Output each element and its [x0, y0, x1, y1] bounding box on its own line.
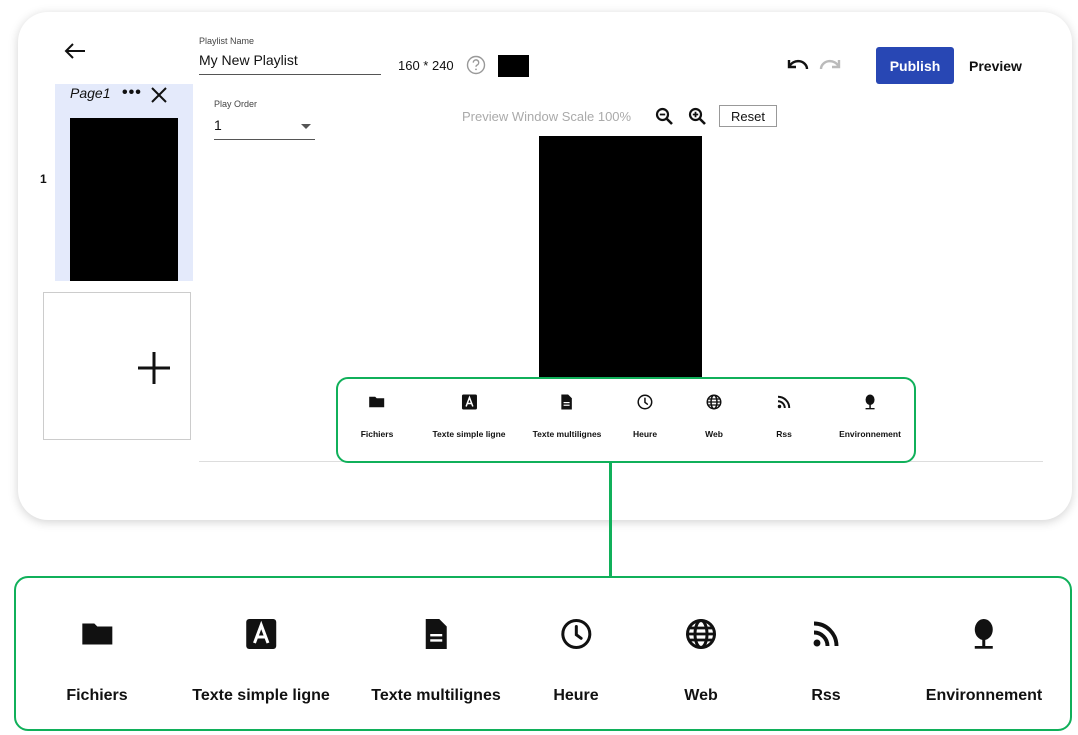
tree-icon	[861, 393, 879, 411]
page-title: Page1	[70, 85, 111, 101]
tool-heure[interactable]: Heure	[553, 616, 599, 705]
plus-icon	[138, 352, 170, 384]
document-icon	[558, 393, 576, 411]
document-icon	[418, 616, 454, 652]
help-icon[interactable]	[466, 55, 486, 75]
tool-label: Texte simple ligne	[192, 687, 330, 704]
tool-texte-multilignes[interactable]: Texte multilignes	[532, 393, 602, 439]
tool-label: Fichiers	[66, 687, 128, 704]
caret-down-icon	[301, 124, 311, 129]
rss-icon	[808, 616, 844, 652]
tool-label: Rss	[811, 687, 841, 704]
globe-icon	[683, 616, 719, 652]
zoom-out-icon[interactable]	[655, 107, 674, 126]
tool-texte-simple-ligne[interactable]: Texte simple ligne	[192, 616, 330, 705]
preview-canvas	[539, 136, 702, 381]
tool-label: Web	[705, 429, 723, 439]
tool-environnement[interactable]: Environnement	[926, 616, 1042, 705]
globe-icon	[705, 393, 723, 411]
tool-label: Environnement	[839, 429, 901, 439]
zoom-in-icon[interactable]	[688, 107, 707, 126]
clock-icon	[558, 616, 594, 652]
tool-label: Web	[684, 687, 718, 704]
tool-texte-simple-ligne[interactable]: Texte simple ligne	[432, 393, 506, 439]
tool-label: Fichiers	[360, 429, 394, 439]
tool-label: Rss	[776, 429, 792, 439]
text-a-icon	[460, 393, 478, 411]
playlist-name-label: Playlist Name	[199, 36, 255, 46]
tool-web[interactable]: Web	[683, 616, 719, 705]
tool-label: Heure	[632, 429, 658, 439]
resolution-text: 160 * 240	[398, 58, 454, 73]
page-number: 1	[40, 172, 47, 186]
preview-scale-text: Preview Window Scale	[462, 109, 595, 124]
tool-fichiers[interactable]: Fichiers	[360, 393, 394, 439]
clock-icon	[636, 393, 654, 411]
preview-scale-label: Preview Window Scale 100%	[462, 109, 631, 124]
tool-label: Texte simple ligne	[432, 429, 506, 439]
add-page-button[interactable]	[43, 292, 191, 440]
reset-button[interactable]: Reset	[719, 105, 777, 127]
tool-rss[interactable]: Rss	[775, 393, 793, 439]
background-color-swatch[interactable]	[498, 55, 529, 77]
play-order-select[interactable]: 1	[214, 117, 315, 140]
tool-web[interactable]: Web	[705, 393, 723, 439]
tool-rss[interactable]: Rss	[808, 616, 844, 705]
play-order-label: Play Order	[214, 99, 258, 109]
tool-fichiers[interactable]: Fichiers	[66, 616, 128, 705]
tree-icon	[966, 616, 1002, 652]
zoom-connector-line	[609, 463, 612, 577]
tool-label: Heure	[553, 687, 599, 704]
widget-toolbar: Fichiers Texte simple ligne Texte multil…	[336, 377, 916, 463]
widget-toolbar-enlarged: Fichiers Texte simple ligne Texte multil…	[14, 576, 1072, 731]
tool-texte-multilignes[interactable]: Texte multilignes	[371, 616, 501, 705]
tool-label: Texte multilignes	[371, 687, 501, 704]
page-preview	[70, 118, 178, 281]
preview-scale-value: 100%	[597, 109, 632, 124]
publish-button[interactable]: Publish	[876, 47, 954, 84]
tool-heure[interactable]: Heure	[633, 393, 657, 439]
rss-icon	[775, 393, 793, 411]
preview-button[interactable]: Preview	[969, 58, 1022, 74]
folder-icon	[368, 393, 386, 411]
tool-label: Texte multilignes	[532, 429, 602, 439]
play-order-value: 1	[214, 117, 222, 133]
redo-icon[interactable]	[818, 57, 842, 73]
back-arrow-icon[interactable]	[64, 42, 86, 60]
text-a-icon	[243, 616, 279, 652]
playlist-name-input[interactable]: My New Playlist	[199, 52, 381, 75]
tool-environnement[interactable]: Environnement	[839, 393, 901, 439]
folder-icon	[79, 616, 115, 652]
page-more-options-icon[interactable]: •••	[122, 84, 142, 102]
close-icon[interactable]	[150, 86, 168, 104]
tool-label: Environnement	[925, 687, 1043, 704]
undo-icon[interactable]	[786, 57, 810, 73]
